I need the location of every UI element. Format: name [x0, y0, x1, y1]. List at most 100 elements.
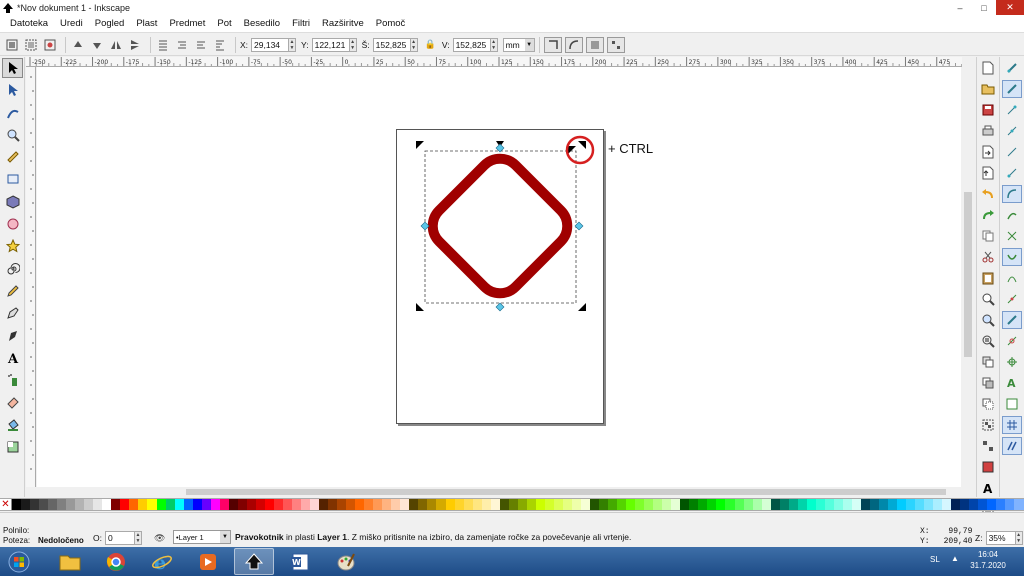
palette-swatch[interactable] [933, 499, 943, 510]
palette-swatch[interactable] [734, 499, 744, 510]
horizontal-scroll-thumb[interactable] [186, 489, 946, 495]
palette-swatch[interactable] [698, 499, 708, 510]
opacity-spinner[interactable]: ▲ ▼ [134, 531, 142, 545]
import-icon[interactable] [979, 143, 997, 161]
snap-smooth-nodes-icon[interactable] [1002, 269, 1022, 287]
taskbar-ie-icon[interactable]: e [142, 548, 182, 575]
copy-icon[interactable] [979, 227, 997, 245]
transform-gradients-toggle[interactable] [585, 36, 604, 53]
palette-swatch[interactable] [942, 499, 952, 510]
palette-swatch[interactable] [960, 499, 970, 510]
snap-bbox-icon[interactable] [1002, 80, 1022, 98]
scale-handle-top-right[interactable] [578, 141, 586, 149]
palette-swatch[interactable] [192, 499, 202, 510]
minimize-button[interactable]: – [948, 0, 972, 15]
palette-swatch[interactable] [102, 499, 112, 510]
palette-swatch[interactable] [418, 499, 428, 510]
palette-swatch[interactable] [725, 499, 735, 510]
group-icon[interactable] [979, 416, 997, 434]
palette-swatch[interactable] [951, 499, 961, 510]
snap-center-icon[interactable] [1002, 332, 1022, 350]
palette-swatch[interactable] [174, 499, 184, 510]
palette-swatch[interactable] [924, 499, 934, 510]
snap-page-border-icon[interactable] [1002, 395, 1022, 413]
palette-swatch[interactable] [508, 499, 518, 510]
rectangle-tool-icon[interactable] [2, 169, 23, 189]
node-tool-icon[interactable] [2, 80, 23, 100]
start-button[interactable] [0, 547, 38, 576]
palette-swatch[interactable] [797, 499, 807, 510]
palette-swatch[interactable] [635, 499, 645, 510]
corner-handle-left[interactable] [420, 221, 430, 231]
no-paint-swatch[interactable]: ✕ [0, 499, 12, 510]
palette-swatch[interactable] [246, 499, 256, 510]
width-input[interactable]: 152,825 [372, 37, 411, 52]
palette-swatch[interactable] [373, 499, 383, 510]
clone-icon[interactable] [979, 374, 997, 392]
palette-swatch[interactable] [12, 499, 22, 510]
rotate-cw-icon[interactable] [89, 37, 105, 53]
snap-bbox-center-icon[interactable] [1002, 164, 1022, 182]
palette-swatch[interactable] [481, 499, 491, 510]
zoom-page-icon[interactable] [979, 332, 997, 350]
snap-path-intersection-icon[interactable] [1002, 227, 1022, 245]
snap-nodes-icon[interactable] [1002, 185, 1022, 203]
palette-swatch[interactable] [337, 499, 347, 510]
palette-swatch[interactable] [599, 499, 609, 510]
palette-swatch[interactable] [888, 499, 898, 510]
eraser-tool-icon[interactable] [2, 392, 23, 412]
palette-swatch[interactable] [129, 499, 139, 510]
palette-swatch[interactable] [906, 499, 916, 510]
snap-midpoints-icon[interactable] [1002, 290, 1022, 308]
flip-horizontal-icon[interactable] [108, 37, 124, 53]
star-tool-icon[interactable] [2, 236, 23, 256]
height-input[interactable]: 152,825 [452, 37, 491, 52]
palette-swatch[interactable] [644, 499, 654, 510]
palette-swatch[interactable] [400, 499, 410, 510]
palette-swatch[interactable] [346, 499, 356, 510]
palette-swatch[interactable] [915, 499, 925, 510]
palette-swatch[interactable] [93, 499, 103, 510]
select-all-icon[interactable] [4, 37, 20, 53]
palette-swatch[interactable] [291, 499, 301, 510]
palette-swatch[interactable] [436, 499, 446, 510]
palette-swatch[interactable] [517, 499, 527, 510]
palette-swatch[interactable] [355, 499, 365, 510]
undo-icon[interactable] [979, 185, 997, 203]
palette-swatch[interactable] [454, 499, 464, 510]
maximize-button[interactable]: □ [972, 0, 996, 15]
palette-swatch[interactable] [653, 499, 663, 510]
palette-swatch[interactable] [860, 499, 870, 510]
lower-to-bottom-icon[interactable] [212, 37, 228, 53]
raise-icon[interactable] [174, 37, 190, 53]
palette-swatch[interactable] [680, 499, 690, 510]
snap-bbox-edge-icon[interactable] [1002, 101, 1022, 119]
drawing-canvas[interactable]: + CTRL [37, 67, 961, 487]
menu-object[interactable]: Predmet [163, 18, 211, 29]
palette-swatch[interactable] [490, 499, 500, 510]
palette-swatch[interactable] [770, 499, 780, 510]
redo-icon[interactable] [979, 206, 997, 224]
palette-swatch[interactable] [382, 499, 392, 510]
palette-swatch[interactable] [761, 499, 771, 510]
palette-swatch[interactable] [788, 499, 798, 510]
zoom-spinner[interactable]: ▲ ▼ [1015, 531, 1023, 545]
palette-swatch[interactable] [562, 499, 572, 510]
palette-swatch[interactable] [39, 499, 49, 510]
snap-text-baseline-icon[interactable]: A [1002, 374, 1022, 392]
palette-swatch[interactable] [879, 499, 889, 510]
palette-swatch[interactable] [662, 499, 672, 510]
ungroup-icon[interactable] [979, 437, 997, 455]
export-icon[interactable] [979, 164, 997, 182]
transform-patterns-toggle[interactable] [606, 36, 625, 53]
palette-swatch[interactable] [319, 499, 329, 510]
snap-toggle-icon[interactable] [1002, 59, 1022, 77]
3d-box-tool-icon[interactable] [2, 192, 23, 212]
fill-stroke-icon[interactable] [979, 458, 997, 476]
zoom-tool-icon[interactable] [2, 125, 23, 145]
palette-swatch[interactable] [57, 499, 67, 510]
palette-swatch[interactable] [219, 499, 229, 510]
palette-swatch[interactable] [553, 499, 563, 510]
palette-swatch[interactable] [869, 499, 879, 510]
palette-swatch[interactable] [571, 499, 581, 510]
